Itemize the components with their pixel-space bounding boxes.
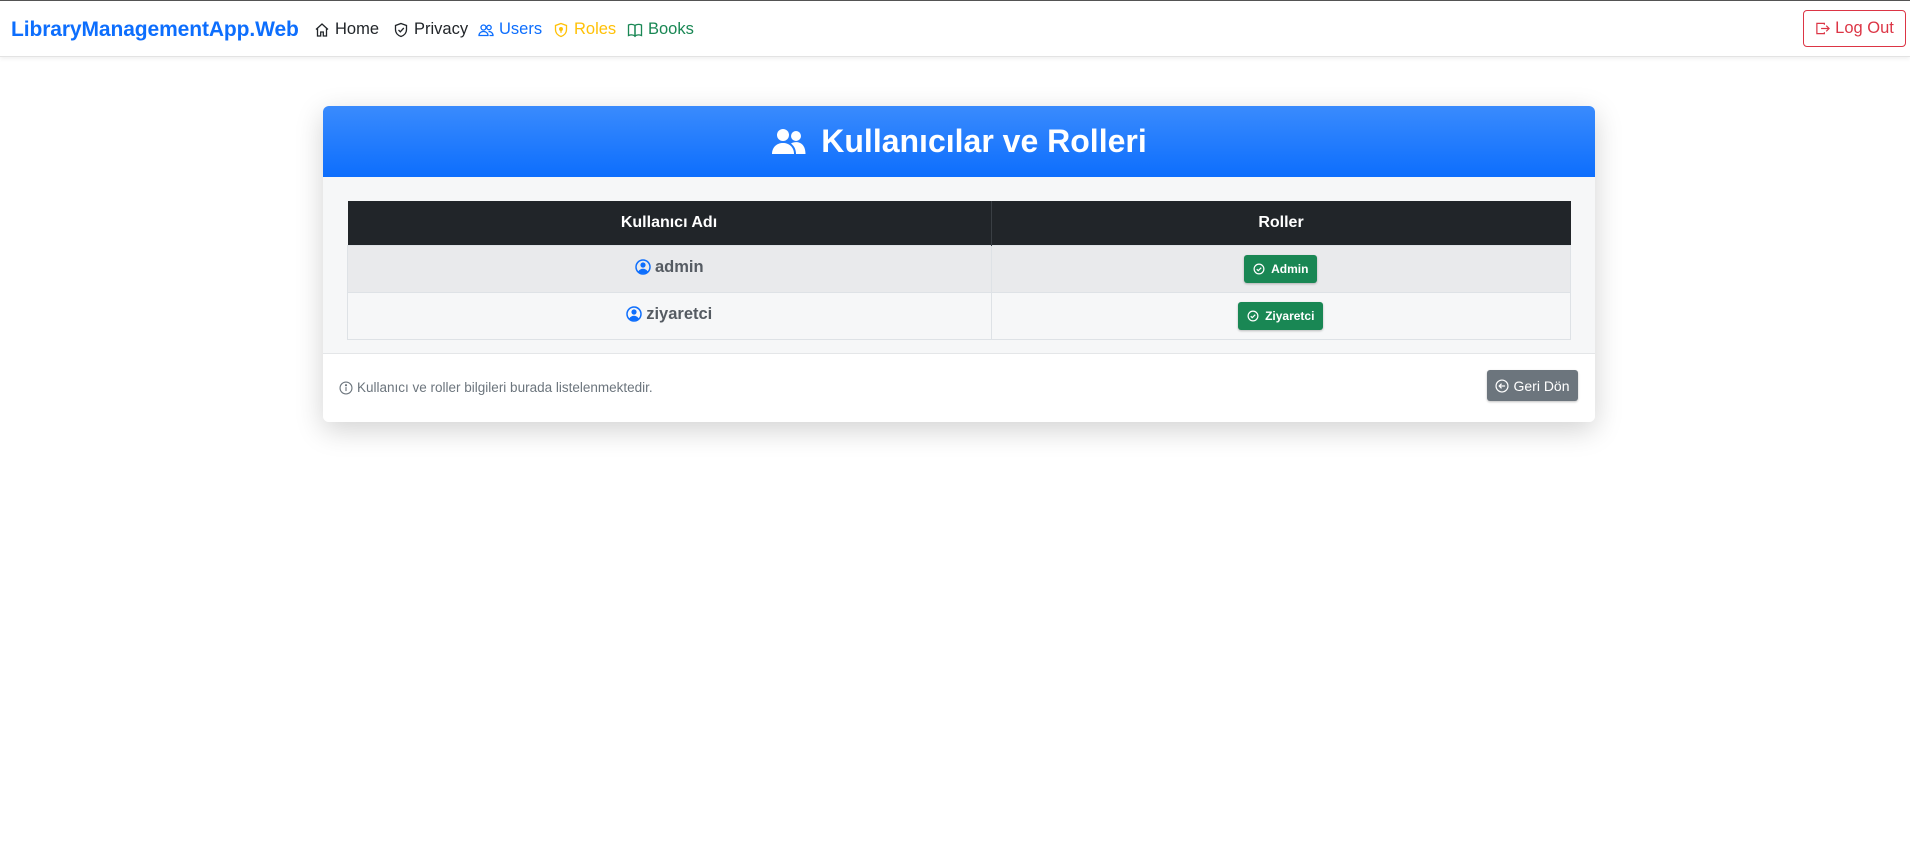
box-arrow-right-icon — [1816, 22, 1831, 35]
info-circle-icon — [339, 380, 353, 395]
roles-cell: Admin — [990, 245, 1571, 293]
nav-home-label: Home — [335, 20, 380, 38]
nav-privacy[interactable]: Privacy — [393, 20, 468, 39]
house-icon — [315, 22, 329, 37]
arrow-left-circle-icon — [1495, 378, 1510, 393]
role-badge: Admin — [1244, 255, 1318, 283]
table-row: admin Admin — [347, 245, 1571, 293]
person-circle-icon — [626, 306, 642, 322]
nav-home[interactable]: Home — [314, 20, 379, 39]
username-cell: ziyaretci — [347, 292, 992, 340]
card-footer: Kullanıcı ve roller bilgileri burada lis… — [323, 354, 1595, 422]
navbar: LibraryManagementApp.Web Home Privacy Us… — [0, 1, 1910, 57]
people-icon — [478, 23, 494, 36]
shield-lock-icon — [554, 22, 568, 37]
book-icon — [627, 23, 643, 37]
footer-note-text: Kullanıcı ve roller bilgileri burada lis… — [357, 380, 653, 395]
back-button-label: Geri Dön — [1513, 377, 1570, 394]
card-title: Kullanıcılar ve Rolleri — [821, 123, 1147, 159]
check-circle-icon — [1247, 310, 1259, 322]
logout-label: Log Out — [1835, 19, 1894, 37]
role-badge-label: Admin — [1271, 262, 1309, 276]
people-fill-icon — [772, 128, 806, 154]
role-badge: Ziyaretci — [1238, 302, 1324, 330]
table-row: ziyaretci Ziyaretci — [347, 292, 1571, 340]
card-body: Kullanıcı Adı Roller admin Admin ziyaret… — [323, 177, 1595, 354]
roles-cell: Ziyaretci — [990, 292, 1571, 340]
username-cell: admin — [347, 245, 992, 293]
nav-roles-label: Roles — [574, 20, 617, 38]
footer-note: Kullanıcı ve roller bilgileri burada lis… — [339, 380, 653, 395]
brand-link[interactable]: LibraryManagementApp.Web — [11, 18, 299, 42]
username-text: ziyaretci — [646, 304, 713, 323]
nav-users-label: Users — [499, 20, 543, 38]
shield-check-icon — [394, 22, 408, 37]
back-button[interactable]: Geri Dön — [1487, 370, 1578, 401]
nav-users[interactable]: Users — [478, 20, 542, 39]
username-text: admin — [654, 257, 704, 276]
nav-roles[interactable]: Roles — [553, 20, 616, 39]
check-circle-icon — [1253, 263, 1265, 275]
table-header-row: Kullanıcı Adı Roller — [347, 201, 1571, 246]
person-circle-icon — [635, 259, 651, 275]
column-header-roles: Roller — [991, 201, 1571, 246]
role-badge-label: Ziyaretci — [1265, 309, 1315, 323]
nav-privacy-label: Privacy — [414, 20, 469, 38]
users-roles-table: Kullanıcı Adı Roller admin Admin ziyaret… — [347, 201, 1571, 340]
nav-books-label: Books — [648, 20, 694, 38]
nav-books[interactable]: Books — [627, 20, 694, 39]
users-roles-card: Kullanıcılar ve Rolleri Kullanıcı Adı Ro… — [323, 106, 1595, 422]
column-header-username: Kullanıcı Adı — [347, 201, 992, 246]
card-header: Kullanıcılar ve Rolleri — [323, 106, 1595, 177]
logout-button[interactable]: Log Out — [1803, 10, 1906, 47]
